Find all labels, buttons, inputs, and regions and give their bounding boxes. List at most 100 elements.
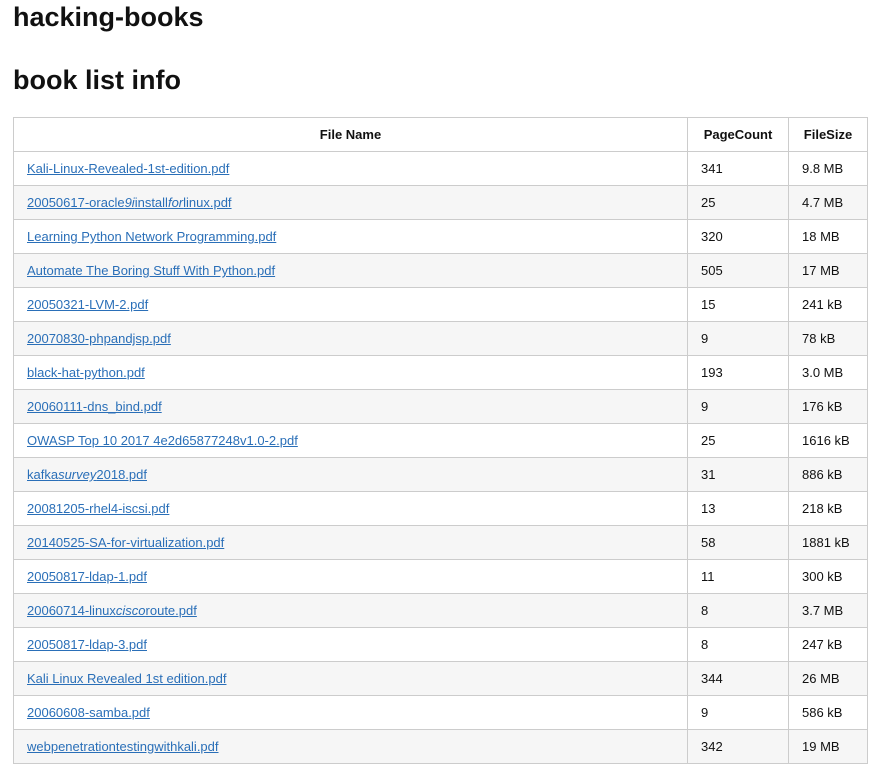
table-row: kafkasurvey2018.pdf 31 886 kB	[13, 457, 868, 492]
file-size-cell: 18 MB	[788, 219, 868, 254]
table-row: 20050321-LVM-2.pdf 15 241 kB	[13, 287, 868, 322]
book-link[interactable]: Learning Python Network Programming.pdf	[27, 229, 276, 244]
table-row: 20060111-dns_bind.pdf 9 176 kB	[13, 389, 868, 424]
book-link-segment: 20060111-dns_bind.pdf	[27, 399, 162, 414]
file-size-cell: 1616 kB	[788, 423, 868, 458]
book-link-segment: install	[134, 195, 168, 210]
file-size-cell: 19 MB	[788, 729, 868, 764]
section-title: book list info	[13, 65, 181, 95]
file-size-cell: 3.0 MB	[788, 355, 868, 390]
file-name-cell: kafkasurvey2018.pdf	[13, 457, 688, 492]
book-link[interactable]: Kali Linux Revealed 1st edition.pdf	[27, 671, 226, 686]
file-size-cell: 218 kB	[788, 491, 868, 526]
file-size-cell: 241 kB	[788, 287, 868, 322]
column-header-page-count: PageCount	[687, 117, 789, 152]
book-link-segment: 20070830-phpandjsp.pdf	[27, 331, 171, 346]
page-count-cell: 8	[687, 593, 789, 628]
book-link[interactable]: kafkasurvey2018.pdf	[27, 467, 147, 482]
book-link[interactable]: Automate The Boring Stuff With Python.pd…	[27, 263, 275, 278]
file-size-cell: 26 MB	[788, 661, 868, 696]
book-link-segment: 20050617-oracle	[27, 195, 125, 210]
book-link-segment: 20081205-rhel4-iscsi.pdf	[27, 501, 170, 516]
file-size-cell: 78 kB	[788, 321, 868, 356]
file-name-cell: black-hat-python.pdf	[13, 355, 688, 390]
header-row: File Name PageCount FileSize	[13, 117, 868, 152]
page-count-cell: 31	[687, 457, 789, 492]
page-count-cell: 342	[687, 729, 789, 764]
book-link-segment: 20060714-linux	[27, 603, 116, 618]
book-link-segment: 20050817-ldap-1.pdf	[27, 569, 147, 584]
book-link[interactable]: 20070830-phpandjsp.pdf	[27, 331, 171, 346]
book-link-segment: kafka	[27, 467, 59, 482]
table-row: 20140525-SA-for-virtualization.pdf 58 1881…	[13, 525, 868, 560]
file-size-cell: 300 kB	[788, 559, 868, 594]
book-link[interactable]: 20050321-LVM-2.pdf	[27, 297, 148, 312]
file-name-cell: Learning Python Network Programming.pdf	[13, 219, 688, 254]
table-row: Kali Linux Revealed 1st edition.pdf 344 26…	[13, 661, 868, 696]
file-size-cell: 9.8 MB	[788, 151, 868, 186]
book-link-segment: Learning Python Network Programming.pdf	[27, 229, 277, 244]
table-row: OWASP Top 10 2017 4e2d65877248v1.0-2.pdf…	[13, 423, 868, 458]
book-link[interactable]: 20140525-SA-for-virtualization.pdf	[27, 535, 224, 550]
book-link[interactable]: OWASP Top 10 2017 4e2d65877248v1.0-2.pdf	[27, 433, 298, 448]
file-name-cell: 20060714-linuxciscoroute.pdf	[13, 593, 688, 628]
page-count-cell: 344	[687, 661, 789, 696]
book-link[interactable]: 20060608-samba.pdf	[27, 705, 150, 720]
table-row: black-hat-python.pdf 193 3.0 MB	[13, 355, 868, 390]
table-row: 20081205-rhel4-iscsi.pdf 13 218 kB	[13, 491, 868, 526]
table-row: Automate The Boring Stuff With Python.pd…	[13, 253, 868, 288]
table-row: 20060608-samba.pdf 9 586 kB	[13, 695, 868, 730]
file-name-cell: webpenetrationtestingwithkali.pdf	[13, 729, 688, 764]
book-link-segment: black-hat-python.pdf	[27, 365, 145, 380]
file-size-cell: 3.7 MB	[788, 593, 868, 628]
book-link-segment: route.pdf	[145, 603, 197, 618]
book-link-segment: webpenetrationtestingwithkali.pdf	[27, 739, 219, 754]
file-size-cell: 886 kB	[788, 457, 868, 492]
book-link-segment: Automate The Boring Stuff With Python.pd…	[27, 263, 276, 278]
file-name-cell: Kali Linux Revealed 1st edition.pdf	[13, 661, 688, 696]
file-size-cell: 247 kB	[788, 627, 868, 662]
book-link[interactable]: 20060714-linuxciscoroute.pdf	[27, 603, 197, 618]
book-link-segment: 2018.pdf	[96, 467, 147, 482]
book-link[interactable]: 20050817-ldap-3.pdf	[27, 637, 147, 652]
table-body: Kali-Linux-Revealed-1st-edition.pdf 341 9.…	[13, 151, 868, 764]
book-link[interactable]: 20050817-ldap-1.pdf	[27, 569, 147, 584]
book-link-segment: OWASP Top 10 2017 4e2d65877248v1.0-2.pdf	[27, 433, 298, 448]
table-row: webpenetrationtestingwithkali.pdf 342 19 M…	[13, 729, 868, 764]
column-header-file-size: FileSize	[788, 117, 868, 152]
file-name-cell: 20050817-ldap-3.pdf	[13, 627, 688, 662]
book-link-segment: Kali Linux Revealed 1st edition.pdf	[27, 671, 227, 686]
page-count-cell: 9	[687, 321, 789, 356]
book-list-table: File Name PageCount FileSize Kali-Linux-…	[13, 117, 868, 764]
table-row: Learning Python Network Programming.pdf 3…	[13, 219, 868, 254]
book-link-segment: 20060608-samba.pdf	[27, 705, 150, 720]
site-title: hacking-books	[13, 2, 204, 32]
file-name-cell: 20081205-rhel4-iscsi.pdf	[13, 491, 688, 526]
page-count-cell: 505	[687, 253, 789, 288]
book-link-italic-segment: for	[167, 195, 184, 210]
book-link-italic-segment: survey	[58, 467, 97, 482]
file-name-cell: 20060608-samba.pdf	[13, 695, 688, 730]
page-count-cell: 13	[687, 491, 789, 526]
file-size-cell: 4.7 MB	[788, 185, 868, 220]
table-header: File Name PageCount FileSize	[13, 117, 868, 152]
file-name-cell: 20050617-oracle9iinstallforlinux.pdf	[13, 185, 688, 220]
table-row: 20070830-phpandjsp.pdf 9 78 kB	[13, 321, 868, 356]
book-link[interactable]: Kali-Linux-Revealed-1st-edition.pdf	[27, 161, 229, 176]
page-count-cell: 25	[687, 423, 789, 458]
page-count-cell: 15	[687, 287, 789, 322]
page-count-cell: 58	[687, 525, 789, 560]
book-link[interactable]: 20050617-oracle9iinstallforlinux.pdf	[27, 195, 232, 210]
book-link[interactable]: black-hat-python.pdf	[27, 365, 145, 380]
page-count-cell: 11	[687, 559, 789, 594]
file-size-cell: 176 kB	[788, 389, 868, 424]
book-link[interactable]: 20081205-rhel4-iscsi.pdf	[27, 501, 169, 516]
file-name-cell: 20140525-SA-for-virtualization.pdf	[13, 525, 688, 560]
book-link-segment: 20140525-SA-for-virtualization.pdf	[27, 535, 225, 550]
page-count-cell: 25	[687, 185, 789, 220]
file-size-cell: 1881 kB	[788, 525, 868, 560]
file-name-cell: 20070830-phpandjsp.pdf	[13, 321, 688, 356]
book-link[interactable]: 20060111-dns_bind.pdf	[27, 399, 162, 414]
page-count-cell: 8	[687, 627, 789, 662]
book-link[interactable]: webpenetrationtestingwithkali.pdf	[27, 739, 219, 754]
